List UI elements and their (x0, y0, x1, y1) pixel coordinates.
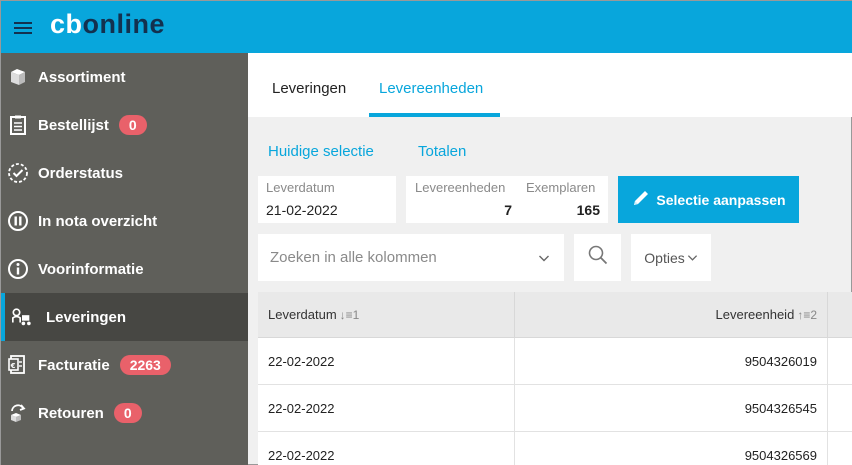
return-icon (7, 402, 29, 424)
options-label: Opties (644, 249, 685, 266)
exemplaren-value: 165 (576, 202, 600, 218)
main-content: Leveringen Levereenheden Huidige selecti… (248, 53, 852, 465)
sidebar-item-label: Facturatie (38, 356, 110, 374)
search-input[interactable] (270, 249, 528, 266)
totals-card: Levereenheden 7 Exemplaren 165 (406, 176, 608, 223)
sidebar-item-assortiment[interactable]: Assortiment (1, 53, 248, 101)
table-row[interactable]: 22-02-2022 9504326019 (258, 338, 852, 385)
check-circle-icon (7, 162, 29, 184)
cell-empty (828, 432, 852, 465)
options-dropdown[interactable]: Opties (631, 234, 711, 281)
sidebar-item-facturatie[interactable]: € Facturatie 2263 (1, 341, 248, 389)
bestellijst-badge: 0 (118, 115, 147, 135)
cell-leverdatum: 22-02-2022 (258, 338, 515, 384)
tab-bar: Leveringen Levereenheden (248, 53, 852, 117)
leverdatum-value: 21-02-2022 (266, 202, 338, 218)
table-header: Leverdatum ↓≡1 Levereenheid ↑≡2 (258, 292, 852, 338)
pencil-icon (631, 188, 656, 211)
cell-levereenheid: 9504326569 (515, 432, 828, 465)
info-circle-icon (7, 258, 29, 280)
retouren-badge: 0 (113, 403, 142, 423)
current-selection-link[interactable]: Huidige selectie (268, 143, 374, 160)
svg-text:€: € (10, 362, 16, 370)
sidebar-item-leveringen[interactable]: Leveringen (1, 293, 248, 341)
app-logo[interactable]: cbonline (50, 9, 165, 40)
book-icon (7, 66, 29, 88)
column-label: Levereenheid (715, 307, 795, 322)
menu-icon[interactable] (14, 22, 32, 36)
sidebar-item-retouren[interactable]: Retouren 0 (1, 389, 248, 437)
sidebar-item-in-nota-overzicht[interactable]: In nota overzicht (1, 197, 248, 245)
cell-empty (828, 338, 852, 384)
cell-leverdatum: 22-02-2022 (258, 385, 515, 431)
leverdatum-card: Leverdatum 21-02-2022 (258, 176, 396, 223)
sort-desc-icon: ↓≡1 (339, 307, 360, 322)
table-row[interactable]: 22-02-2022 9504326569 (258, 432, 852, 465)
clipboard-icon (7, 114, 29, 136)
search-button[interactable] (574, 234, 621, 281)
cell-levereenheid: 9504326545 (515, 385, 828, 431)
sidebar: Assortiment Bestellijst 0 Orderstatus In… (1, 53, 248, 465)
deliveries-table: Leverdatum ↓≡1 Levereenheid ↑≡2 22-02-20… (258, 292, 852, 465)
sidebar-item-orderstatus[interactable]: Orderstatus (1, 149, 248, 197)
exemplaren-label: Exemplaren (526, 180, 596, 195)
facturatie-badge: 2263 (119, 355, 171, 375)
chevron-down-icon (685, 250, 698, 266)
cell-levereenheid: 9504326019 (515, 338, 828, 384)
app-header: cbonline (1, 1, 852, 53)
edit-selection-button[interactable]: Selectie aanpassen (618, 176, 799, 223)
sort-asc-icon: ↑≡2 (797, 307, 817, 322)
sidebar-item-label: In nota overzicht (38, 212, 158, 230)
active-tab-indicator (369, 113, 500, 117)
tab-levereenheden[interactable]: Levereenheden (379, 80, 483, 97)
sidebar-item-label: Retouren (38, 404, 104, 422)
levereenheden-value: 7 (504, 202, 512, 218)
column-header-levereenheid[interactable]: Levereenheid ↑≡2 (515, 292, 828, 337)
sidebar-item-label: Leveringen (46, 308, 127, 326)
table-row[interactable]: 22-02-2022 9504326545 (258, 385, 852, 432)
tab-leveringen[interactable]: Leveringen (272, 80, 346, 97)
search-box (258, 234, 564, 281)
sidebar-item-bestellijst[interactable]: Bestellijst 0 (1, 101, 248, 149)
pause-circle-icon (7, 210, 29, 232)
totals-link[interactable]: Totalen (418, 143, 466, 160)
invoice-icon: € (7, 354, 29, 376)
levereenheden-label: Levereenheden (415, 180, 506, 195)
sidebar-item-label: Assortiment (38, 68, 126, 86)
column-header-leverdatum[interactable]: Leverdatum ↓≡1 (258, 292, 515, 337)
column-label: Leverdatum (268, 307, 337, 322)
chevron-down-icon[interactable] (538, 251, 550, 269)
edit-selection-label: Selectie aanpassen (656, 191, 786, 208)
search-icon (587, 244, 609, 271)
sidebar-item-label: Orderstatus (38, 164, 124, 182)
sidebar-item-label: Bestellijst (38, 116, 109, 134)
sidebar-item-voorinformatie[interactable]: Voorinformatie (1, 245, 248, 293)
cell-leverdatum: 22-02-2022 (258, 432, 515, 465)
leverdatum-label: Leverdatum (266, 180, 335, 195)
sidebar-item-label: Voorinformatie (38, 260, 144, 278)
cell-empty (828, 385, 852, 431)
delivery-icon (11, 306, 33, 328)
